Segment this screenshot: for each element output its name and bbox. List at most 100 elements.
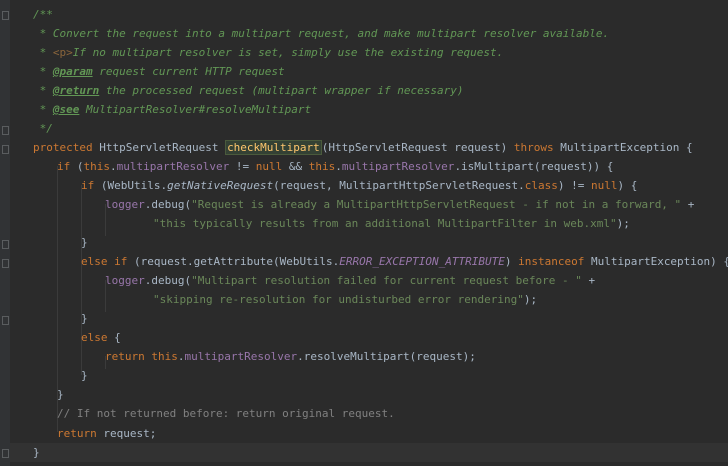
method-name-highlight[interactable]: checkMultipart [225,140,322,155]
code-text: + [581,274,596,287]
fold-marker-icon[interactable] [2,240,9,249]
code-line-4[interactable]: * @param request current HTTP request [33,62,285,81]
code-line-22[interactable]: // If not returned before: return origin… [57,404,395,423]
code-line-9[interactable]: if (this.multipartResolver != null && th… [57,157,613,176]
doc-tag-see: @see [52,103,80,116]
code-text: (request.getAttribute(WebUtils. [127,255,340,268]
string-literal: "skipping re-resolution for undisturbed … [153,293,524,306]
static-method-name: getNativeRequest [167,179,274,192]
code-line-16[interactable]: "skipping re-resolution for undisturbed … [153,290,537,309]
keyword: this [83,160,111,173]
code-text: + [681,198,695,211]
keyword: return [105,350,145,363]
constant-name: ERROR_EXCEPTION_ATTRIBUTE [339,255,505,268]
doc-html-tag: <p> [52,46,73,59]
code-text: } [81,236,88,249]
doc-comment-text: * [33,103,53,116]
keyword: null [591,179,618,192]
code-line-5[interactable]: * @return the processed request (multipa… [33,81,464,100]
code-line-21[interactable]: } [57,385,64,404]
code-text: . [335,160,342,173]
code-line-15[interactable]: logger.debug("Multipart resolution faile… [105,271,595,290]
code-text: .isMultipart(request)) { [454,160,614,173]
doc-comment-text: * [33,84,53,97]
keyword: this [151,350,178,363]
code-text: ) { [617,179,638,192]
keyword: else [81,331,108,344]
string-literal: "Multipart resolution failed for current… [191,274,582,287]
code-text: && [282,160,309,173]
code-text: MultipartException { [553,141,693,154]
doc-tag-param: @param [52,65,93,78]
code-text: .resolveMultipart(request); [297,350,476,363]
code-editor[interactable]: /** * Convert the request into a multipa… [0,0,728,466]
code-line-19[interactable]: return this.multipartResolver.resolveMul… [105,347,476,366]
field-name: multipartResolver [116,160,230,173]
code-line-3[interactable]: * <p>If no multipart resolver is set, si… [33,43,504,62]
code-text: (HttpServletRequest request) [321,141,514,154]
keyword: this [308,160,336,173]
code-text: (request, MultipartHttpServletRequest. [273,179,525,192]
code-text: ) [504,255,519,268]
keyword: null [255,160,283,173]
code-line-12[interactable]: "this typically results from an addition… [153,214,630,233]
code-text: MultipartException) { [584,255,728,268]
fold-marker-icon[interactable] [2,145,9,154]
field-name: logger [105,274,145,287]
field-name: multipartResolver [341,160,455,173]
code-line-13[interactable]: } [81,233,88,252]
doc-see-reference[interactable]: MultipartResolver#resolveMultipart [79,103,311,116]
doc-comment-text: the processed request (multipart wrapper… [99,84,464,97]
doc-comment-text: * Convert the request into a multipart r… [33,27,610,40]
current-line-highlight [10,443,728,462]
field-name: logger [105,198,145,211]
code-text: request; [96,427,157,440]
keyword: throws [513,141,554,154]
field-name: multipartResolver [184,350,298,363]
keyword: else if [81,255,128,268]
code-line-2[interactable]: * Convert the request into a multipart r… [33,24,610,43]
code-text: .debug( [144,274,192,287]
code-text: ) != [557,179,591,192]
code-text: . [177,350,185,363]
code-line-6[interactable]: * @see MultipartResolver#resolveMultipar… [33,100,312,119]
doc-comment-text: * [33,65,53,78]
string-literal: "this typically results from an addition… [153,217,617,230]
line-comment: // If not returned before: return origin… [57,407,395,420]
code-text: ); [616,217,630,230]
doc-comment-text: request current HTTP request [92,65,285,78]
keyword: if [81,179,95,192]
code-line-23[interactable]: return request; [57,424,156,443]
code-line-20[interactable]: } [81,366,88,385]
editor-gutter [0,0,10,466]
code-text: } [33,446,40,459]
code-line-24[interactable]: } [33,443,40,462]
fold-marker-icon[interactable] [2,11,9,20]
fold-marker-icon[interactable] [2,126,9,135]
doc-tag-return: @return [52,84,100,97]
keyword: protected [33,141,93,154]
code-line-8[interactable]: protected HttpServletRequest checkMultip… [33,138,693,157]
doc-comment-text: If no multipart resolver is set, simply … [72,46,504,59]
code-text: } [81,312,88,325]
fold-marker-icon[interactable] [2,259,9,268]
code-line-11[interactable]: logger.debug("Request is already a Multi… [105,195,694,214]
string-literal: "Request is already a MultipartHttpServl… [191,198,682,211]
code-text: HttpServletRequest [92,141,226,154]
code-line-14[interactable]: else if (request.getAttribute(WebUtils.E… [81,252,728,271]
doc-comment-text: */ [33,122,53,135]
code-text: } [81,369,88,382]
code-line-10[interactable]: if (WebUtils.getNativeRequest(request, M… [81,176,637,195]
keyword: return [57,427,97,440]
code-text: != [229,160,256,173]
code-text: } [57,388,64,401]
fold-marker-icon[interactable] [2,316,9,325]
code-text: ( [70,160,84,173]
code-text: { [107,331,121,344]
code-line-7[interactable]: */ [33,119,53,138]
code-line-18[interactable]: else { [81,328,121,347]
fold-marker-icon[interactable] [2,449,9,458]
doc-comment-text: * [33,46,53,59]
code-line-1[interactable]: /** [33,5,53,24]
code-line-17[interactable]: } [81,309,88,328]
